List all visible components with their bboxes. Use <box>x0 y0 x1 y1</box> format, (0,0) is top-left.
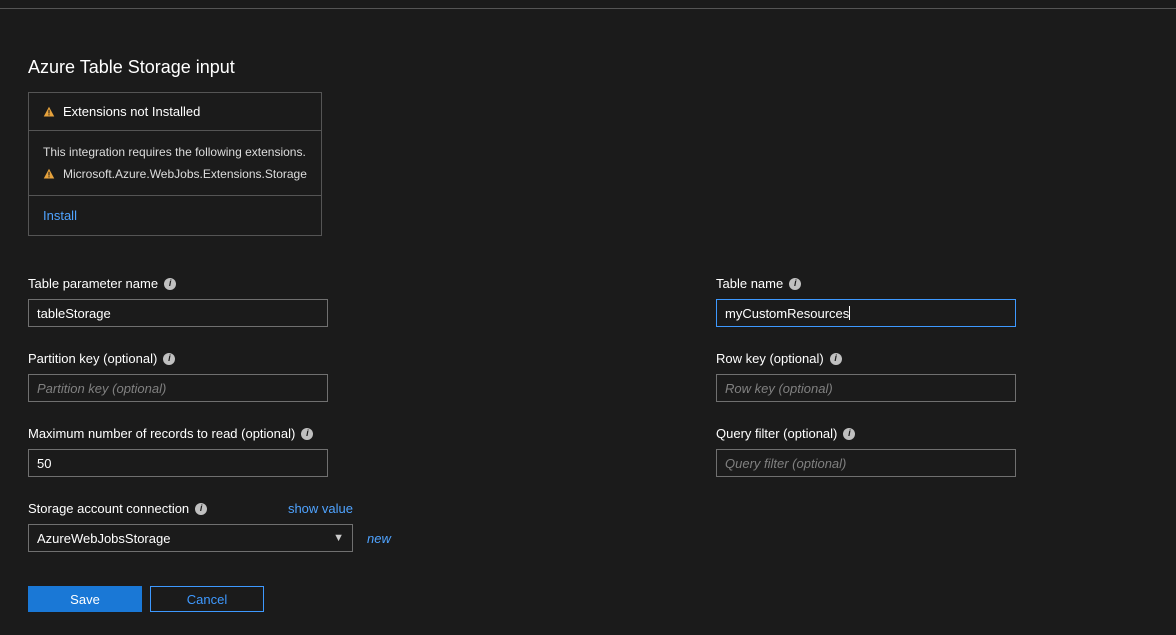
storage-conn-label: Storage account connection <box>28 501 189 516</box>
table-param-label: Table parameter name <box>28 276 158 291</box>
cancel-button[interactable]: Cancel <box>150 586 264 612</box>
table-name-label: Table name <box>716 276 783 291</box>
new-connection-link[interactable]: new <box>367 531 391 546</box>
info-icon[interactable]: i <box>830 353 842 365</box>
warning-header-text: Extensions not Installed <box>63 104 200 119</box>
warning-body-text: This integration requires the following … <box>43 145 307 159</box>
page-title: Azure Table Storage input <box>28 57 1148 78</box>
table-name-input[interactable]: myCustomResources <box>716 299 1016 327</box>
info-icon[interactable]: i <box>301 428 313 440</box>
chevron-down-icon: ▼ <box>333 532 344 544</box>
max-records-label: Maximum number of records to read (optio… <box>28 426 295 441</box>
extension-name: Microsoft.Azure.WebJobs.Extensions.Stora… <box>63 167 307 181</box>
partition-key-input[interactable] <box>28 374 328 402</box>
warning-body: This integration requires the following … <box>29 130 321 195</box>
info-icon[interactable]: i <box>195 503 207 515</box>
storage-conn-selected: AzureWebJobsStorage <box>37 531 170 546</box>
info-icon[interactable]: i <box>843 428 855 440</box>
table-name-value: myCustomResources <box>725 306 849 321</box>
install-link[interactable]: Install <box>43 208 77 223</box>
row-key-label: Row key (optional) <box>716 351 824 366</box>
warning-footer: Install <box>29 195 321 235</box>
query-filter-input[interactable] <box>716 449 1016 477</box>
save-button[interactable]: Save <box>28 586 142 612</box>
info-icon[interactable]: i <box>163 353 175 365</box>
partition-key-label: Partition key (optional) <box>28 351 157 366</box>
table-param-input[interactable] <box>28 299 328 327</box>
warning-triangle-icon <box>43 168 55 180</box>
text-cursor <box>849 306 850 320</box>
info-icon[interactable]: i <box>789 278 801 290</box>
query-filter-label: Query filter (optional) <box>716 426 837 441</box>
show-value-link[interactable]: show value <box>288 501 353 516</box>
storage-conn-select[interactable]: AzureWebJobsStorage ▼ <box>28 524 353 552</box>
warning-header: Extensions not Installed <box>29 93 321 130</box>
warning-triangle-icon <box>43 106 55 118</box>
extensions-warning-panel: Extensions not Installed This integratio… <box>28 92 322 236</box>
row-key-input[interactable] <box>716 374 1016 402</box>
max-records-input[interactable] <box>28 449 328 477</box>
info-icon[interactable]: i <box>164 278 176 290</box>
